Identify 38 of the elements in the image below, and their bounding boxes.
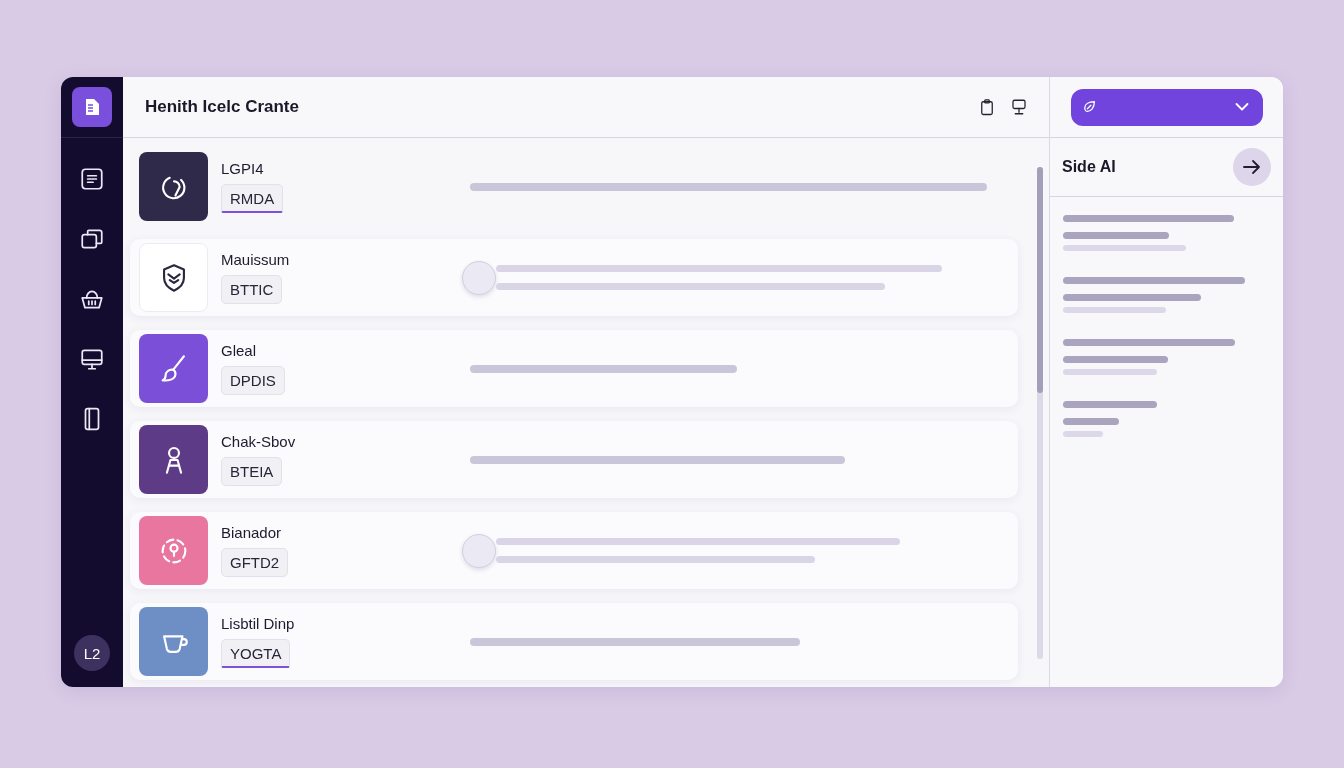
arrow-right-icon xyxy=(1242,157,1262,177)
list-row[interactable]: Lisbtil Dinp YOGTA xyxy=(130,603,1018,680)
placeholder-line xyxy=(1063,431,1103,437)
scrollbar-thumb[interactable] xyxy=(1037,167,1043,393)
item-name: Chak-Sbov xyxy=(221,433,296,451)
list-row[interactable]: Chak-Sbov BTEIA xyxy=(130,421,1018,498)
code-tag: BTTIC xyxy=(221,275,283,304)
item-name: Mauissum xyxy=(221,251,290,269)
item-name: Gleal xyxy=(221,342,257,360)
code-tag: GFTD2 xyxy=(221,548,289,577)
user-avatar[interactable]: L2 xyxy=(74,635,110,671)
dropdown-button[interactable] xyxy=(1071,88,1263,126)
clipboard-icon[interactable] xyxy=(978,98,996,116)
slider-thumb[interactable] xyxy=(462,260,496,295)
document-icon xyxy=(72,87,112,127)
scrollbar-track[interactable] xyxy=(1037,167,1043,659)
item-name: LGPI4 xyxy=(221,160,264,178)
monitor-icon[interactable] xyxy=(79,346,105,372)
stack-icon[interactable] xyxy=(79,226,105,252)
code-tag: DPDIS xyxy=(221,366,285,395)
item-name: Bianador xyxy=(221,524,282,542)
next-button[interactable] xyxy=(1233,148,1271,186)
slider-thumb[interactable] xyxy=(462,533,496,568)
code-tag: YOGTA xyxy=(221,639,291,668)
page-title: Henith Icelc Crante xyxy=(145,97,299,117)
list-row[interactable]: Bianador GFTD2 xyxy=(130,512,1018,589)
slider-track[interactable] xyxy=(496,537,900,545)
code-tag: RMDA xyxy=(221,184,284,213)
placeholder-line xyxy=(1063,418,1119,425)
panel-title: Side AI xyxy=(1062,158,1116,176)
list-row[interactable]: Mauissum BTTIC xyxy=(130,239,1018,316)
list-row[interactable]: Gleal DPDIS xyxy=(130,330,1018,407)
slider-track[interactable] xyxy=(496,264,942,272)
list-icon[interactable] xyxy=(79,166,105,192)
leaf-icon xyxy=(1083,100,1097,114)
screen-icon[interactable] xyxy=(1010,98,1028,116)
item-name: Lisbtil Dinp xyxy=(221,615,295,633)
code-tag: BTEIA xyxy=(221,457,283,486)
